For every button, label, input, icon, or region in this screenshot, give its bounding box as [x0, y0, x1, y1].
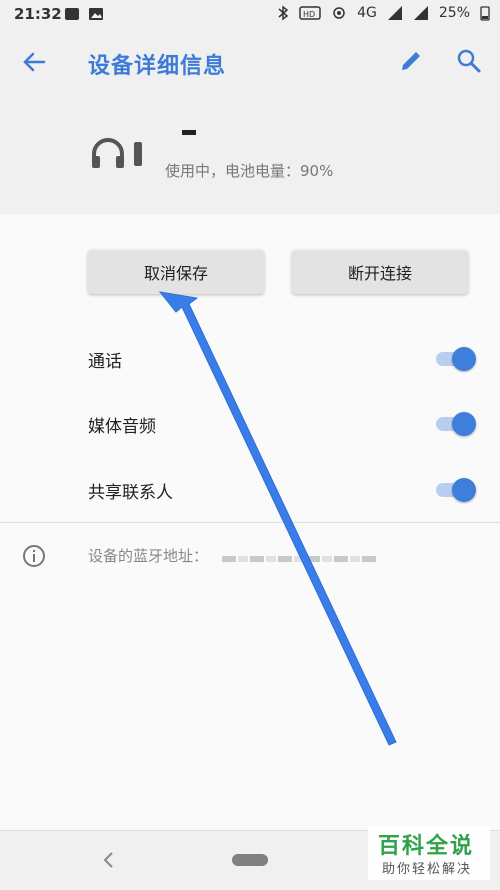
notification-card-icon: [65, 8, 79, 20]
device-name: [182, 130, 196, 135]
watermark-title: 百科全说: [378, 834, 475, 859]
bluetooth-address-label: 设备的蓝牙地址：: [88, 547, 209, 565]
info-icon: [23, 545, 45, 567]
headset-icon: [92, 138, 124, 168]
network-type: 4G: [357, 5, 377, 21]
signal-icon: [387, 6, 402, 20]
device-status: 使用中，电池电量：90%: [165, 162, 334, 180]
toggle-label-call: 通话: [88, 352, 122, 372]
search-icon[interactable]: [456, 48, 482, 74]
status-bar: 21:32 HD 4G 25%: [0, 0, 500, 30]
watermark: 百科全说 助你轻松解决: [368, 826, 490, 880]
svg-text:HD: HD: [303, 10, 315, 19]
bluetooth-icon: [278, 5, 289, 21]
status-right: HD 4G 25%: [277, 5, 490, 21]
toggle-label-contacts: 共享联系人: [88, 483, 173, 503]
nav-home-pill[interactable]: [232, 854, 268, 866]
bluetooth-address-redacted: [222, 556, 378, 562]
battery-percent: 25%: [438, 5, 470, 21]
watermark-subtitle: 助你轻松解决: [382, 862, 473, 877]
app-bar: 设备详细信息: [0, 30, 500, 94]
divider: [0, 522, 500, 523]
signal-icon-2: [413, 6, 428, 20]
notification-icons: [64, 6, 104, 22]
toggle-call[interactable]: [436, 347, 476, 371]
disconnect-button[interactable]: 断开连接: [292, 250, 468, 294]
edit-pencil-icon[interactable]: [398, 48, 424, 74]
device-header: 使用中，电池电量：90%: [0, 94, 500, 214]
toggle-label-media: 媒体音频: [88, 417, 156, 437]
back-arrow-icon[interactable]: [20, 48, 48, 76]
status-time: 21:32: [14, 5, 62, 23]
toggle-contacts[interactable]: [436, 478, 476, 502]
page-title: 设备详细信息: [88, 54, 227, 79]
battery-icon: [480, 6, 490, 21]
nav-back-icon[interactable]: [102, 851, 116, 869]
battery-level-icon: [134, 142, 142, 166]
hd-icon: HD: [299, 6, 321, 20]
hotspot-icon: [333, 7, 345, 19]
toggle-media[interactable]: [436, 412, 476, 436]
image-icon: [89, 8, 103, 20]
forget-button[interactable]: 取消保存: [88, 250, 264, 294]
